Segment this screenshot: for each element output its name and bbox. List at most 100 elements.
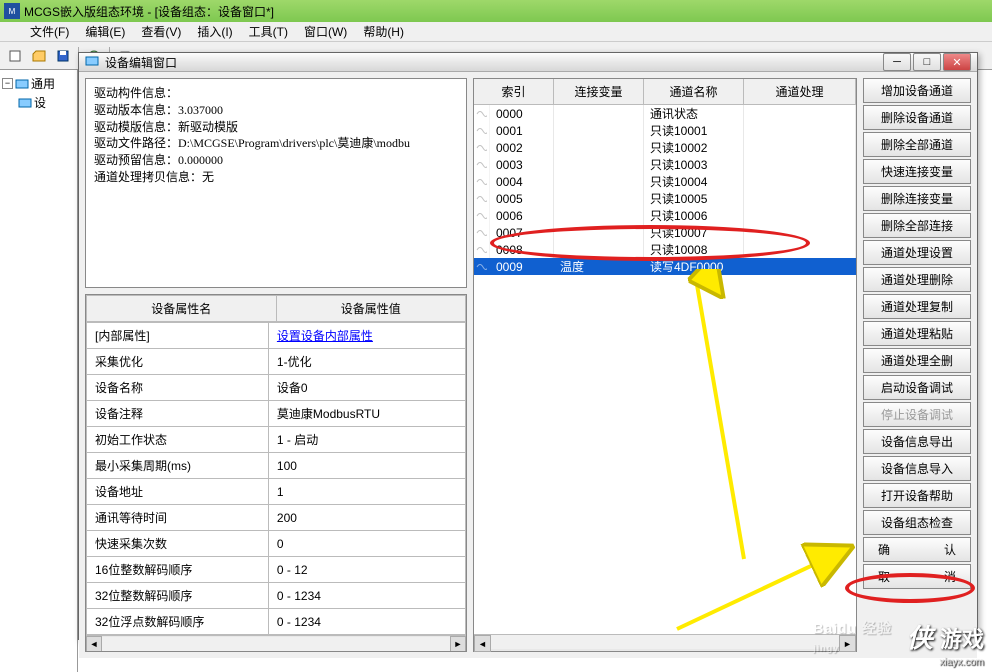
menu-view[interactable]: 查看(V) — [133, 21, 189, 42]
prop-value[interactable]: 1-优化 — [268, 349, 465, 375]
channel-icon — [474, 207, 490, 224]
channel-row[interactable]: 0008只读10008 — [474, 241, 856, 258]
btn-info-import[interactable]: 设备信息导入 — [863, 456, 971, 481]
btn-ok-l: 确 — [878, 541, 890, 558]
channel-row[interactable]: 0003只读10003 — [474, 156, 856, 173]
scroll-left-icon[interactable]: ◄ — [474, 635, 491, 652]
channel-proc — [744, 224, 856, 241]
btn-proc-all[interactable]: 通道处理全删 — [863, 348, 971, 373]
channel-row[interactable]: 0009温度读写4DF0000 — [474, 258, 856, 275]
btn-del-all-channel[interactable]: 删除全部通道 — [863, 132, 971, 157]
btn-proc-copy[interactable]: 通道处理复制 — [863, 294, 971, 319]
ch-header-var[interactable]: 连接变量 — [554, 79, 644, 104]
prop-name[interactable]: 32位整数解码顺序 — [87, 583, 269, 609]
channel-index: 0004 — [490, 173, 554, 190]
channel-hscroll[interactable]: ◄ ► — [474, 634, 856, 651]
prop-value[interactable]: 0 - 12 — [268, 557, 465, 583]
tool-new[interactable] — [4, 45, 26, 67]
scroll-right-icon[interactable]: ► — [839, 635, 856, 652]
device-icon — [18, 96, 32, 110]
menu-help[interactable]: 帮助(H) — [355, 21, 412, 42]
channel-row[interactable]: 0000通讯状态 — [474, 105, 856, 122]
channel-name: 只读10004 — [644, 173, 744, 190]
btn-start-debug[interactable]: 启动设备调试 — [863, 375, 971, 400]
channel-index: 0002 — [490, 139, 554, 156]
dialog-titlebar[interactable]: 设备编辑窗口 ─ □ ✕ — [79, 53, 977, 72]
channel-index: 0008 — [490, 241, 554, 258]
channel-row[interactable]: 0005只读10005 — [474, 190, 856, 207]
ch-header-proc[interactable]: 通道处理 — [744, 79, 856, 104]
prop-value[interactable]: 0 - 1234 — [268, 583, 465, 609]
prop-name[interactable]: 设备地址 — [87, 479, 269, 505]
channel-icon — [474, 139, 490, 156]
prop-value[interactable]: 设备0 — [268, 375, 465, 401]
channel-proc — [744, 139, 856, 156]
channel-row[interactable]: 0001只读10001 — [474, 122, 856, 139]
prop-name[interactable]: 设备注释 — [87, 401, 269, 427]
menu-insert[interactable]: 插入(I) — [189, 21, 240, 42]
prop-value[interactable]: 100 — [268, 453, 465, 479]
menu-edit[interactable]: 编辑(E) — [77, 21, 133, 42]
tree-root[interactable]: − 通用 — [2, 74, 75, 93]
btn-del-all-link[interactable]: 删除全部连接 — [863, 213, 971, 238]
channel-row[interactable]: 0007只读10007 — [474, 224, 856, 241]
channel-name: 只读10001 — [644, 122, 744, 139]
prop-value[interactable]: 200 — [268, 505, 465, 531]
tool-save[interactable] — [52, 45, 74, 67]
info-line: 驱动模版信息：新驱动模版 — [94, 119, 458, 136]
prop-value[interactable]: 0 — [268, 531, 465, 557]
tool-open[interactable] — [28, 45, 50, 67]
channel-row[interactable]: 0006只读10006 — [474, 207, 856, 224]
btn-proc-paste[interactable]: 通道处理粘贴 — [863, 321, 971, 346]
btn-ok[interactable]: 确 认 — [863, 537, 971, 562]
prop-name[interactable]: 16位整数解码顺序 — [87, 557, 269, 583]
prop-value[interactable]: 0 - 1234 — [268, 609, 465, 635]
tree-child[interactable]: 设 — [2, 93, 75, 112]
btn-del-link[interactable]: 删除连接变量 — [863, 186, 971, 211]
channel-var — [554, 224, 644, 241]
btn-open-help[interactable]: 打开设备帮助 — [863, 483, 971, 508]
prop-hscroll[interactable]: ◄ ► — [86, 635, 466, 651]
btn-cancel[interactable]: 取 消 — [863, 564, 971, 589]
info-line: 驱动预留信息：0.000000 — [94, 152, 458, 169]
prop-name[interactable]: [内部属性] — [87, 323, 269, 349]
channel-row[interactable]: 0002只读10002 — [474, 139, 856, 156]
prop-header-name[interactable]: 设备属性名 — [87, 296, 277, 322]
scroll-left-icon[interactable]: ◄ — [86, 636, 102, 652]
menu-window[interactable]: 窗口(W) — [296, 21, 355, 42]
btn-add-channel[interactable]: 增加设备通道 — [863, 78, 971, 103]
prop-name[interactable]: 快速采集次数 — [87, 531, 269, 557]
btn-proc-del[interactable]: 通道处理删除 — [863, 267, 971, 292]
scroll-right-icon[interactable]: ► — [450, 636, 466, 652]
ch-header-name[interactable]: 通道名称 — [644, 79, 744, 104]
prop-name[interactable]: 通讯等待时间 — [87, 505, 269, 531]
channel-row[interactable]: 0004 只读10004 — [474, 173, 856, 190]
channel-index: 0000 — [490, 105, 554, 122]
btn-check[interactable]: 设备组态检查 — [863, 510, 971, 535]
channel-index: 0006 — [490, 207, 554, 224]
btn-del-channel[interactable]: 删除设备通道 — [863, 105, 971, 130]
ch-header-index[interactable]: 索引 — [474, 79, 554, 104]
btn-quick-link[interactable]: 快速连接变量 — [863, 159, 971, 184]
menu-tools[interactable]: 工具(T) — [241, 21, 296, 42]
prop-value[interactable]: 1 - 启动 — [268, 427, 465, 453]
channel-var — [554, 190, 644, 207]
prop-name[interactable]: 32位浮点数解码顺序 — [87, 609, 269, 635]
prop-header-value[interactable]: 设备属性值 — [276, 296, 466, 322]
btn-info-export[interactable]: 设备信息导出 — [863, 429, 971, 454]
prop-value[interactable]: 设置设备内部属性 — [268, 323, 465, 349]
dialog-min-button[interactable]: ─ — [883, 53, 911, 71]
prop-value[interactable]: 莫迪康ModbusRTU — [268, 401, 465, 427]
prop-name[interactable]: 采集优化 — [87, 349, 269, 375]
prop-name[interactable]: 设备名称 — [87, 375, 269, 401]
btn-proc-set[interactable]: 通道处理设置 — [863, 240, 971, 265]
tree-collapse-icon[interactable]: − — [2, 78, 13, 89]
channel-icon — [474, 224, 490, 241]
prop-value[interactable]: 1 — [268, 479, 465, 505]
menu-file[interactable]: 文件(F) — [22, 21, 77, 42]
prop-name[interactable]: 初始工作状态 — [87, 427, 269, 453]
dialog-max-button[interactable]: □ — [913, 53, 941, 71]
channel-icon — [474, 105, 490, 122]
dialog-close-button[interactable]: ✕ — [943, 53, 971, 71]
prop-name[interactable]: 最小采集周期(ms) — [87, 453, 269, 479]
